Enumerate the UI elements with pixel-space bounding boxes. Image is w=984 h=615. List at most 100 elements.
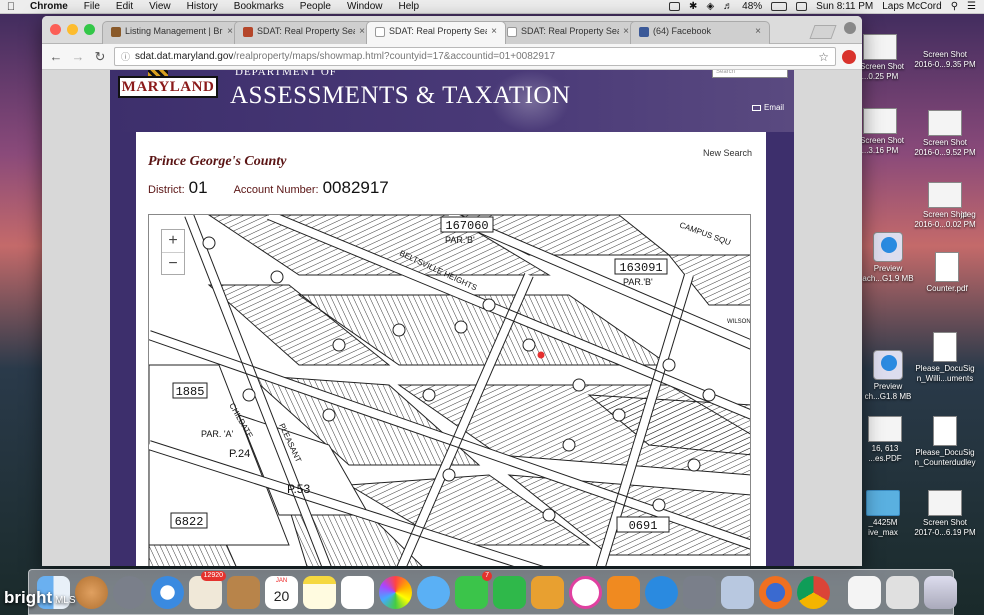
close-window-button[interactable] — [50, 24, 61, 35]
desktop-webloc[interactable]: Preview ach...G1.9 MB — [860, 232, 916, 284]
photos-icon[interactable] — [379, 575, 412, 609]
menu-window[interactable]: Window — [339, 1, 391, 12]
back-icon[interactable]: ← — [48, 49, 64, 64]
tab-facebook[interactable]: (64) Facebook × — [630, 21, 770, 44]
desktop-file[interactable]: .jpeg — [952, 210, 982, 220]
desktop-file[interactable]: Screen Shot 2016-0...0.02 PM — [910, 182, 980, 230]
tab-sdat-active[interactable]: SDAT: Real Property Searc × — [366, 21, 506, 44]
parcel-map[interactable]: + − 167060 163091 1885 6822 0691 PAR.'B'… — [148, 214, 751, 566]
document-icon[interactable] — [848, 575, 881, 609]
keynote-icon[interactable] — [531, 575, 564, 609]
tab-listing-management[interactable]: Listing Management | Brig × — [102, 21, 242, 44]
account-line: District: 01 Account Number: 0082917 — [148, 178, 389, 198]
menu-people[interactable]: People — [292, 1, 339, 12]
desktop: Screen Shot ...0.25 PM Screen Shot 2016-0.… — [860, 14, 984, 569]
zoom-window-button[interactable] — [84, 24, 95, 35]
sdat-favicon-icon — [243, 27, 253, 37]
trash-icon[interactable] — [924, 575, 957, 609]
address-bar[interactable]: ⓘ sdat.dat.maryland.gov/realproperty/map… — [114, 47, 836, 66]
site-search-input[interactable]: Search — [712, 70, 788, 78]
extension-icon[interactable] — [842, 49, 856, 64]
apple-menu-icon[interactable]:  — [0, 1, 22, 13]
menu-file[interactable]: File — [76, 1, 108, 12]
tab-sdat-3[interactable]: SDAT: Real Property Searc × — [498, 21, 638, 44]
listing-favicon-icon — [111, 27, 121, 37]
airplay-icon[interactable] — [669, 2, 681, 11]
close-tab-icon[interactable]: × — [359, 26, 365, 37]
property-panel: Prince George's County New Search Distri… — [136, 132, 766, 566]
notes-icon[interactable] — [303, 575, 336, 609]
desktop-file[interactable]: 16, 613 ...es.PDF — [860, 416, 910, 464]
reminders-icon[interactable] — [341, 575, 374, 609]
menu-history[interactable]: History — [179, 1, 226, 12]
tab-sdat-1[interactable]: SDAT: Real Property Searc × — [234, 21, 374, 44]
desktop-webloc[interactable]: Preview ch...G1.8 MB — [860, 350, 916, 402]
desktop-file[interactable]: Screen Shot ...0.25 PM — [860, 34, 904, 82]
bookmark-star-icon[interactable]: ☆ — [818, 50, 829, 64]
close-tab-icon[interactable]: × — [491, 26, 497, 37]
email-link[interactable]: Email — [751, 103, 784, 112]
close-tab-icon[interactable]: × — [227, 26, 233, 37]
profile-icon[interactable] — [844, 22, 856, 34]
launchpad-icon[interactable] — [113, 575, 146, 609]
siri-icon[interactable] — [75, 575, 108, 609]
account-value: 0082917 — [322, 178, 389, 197]
battery-icon[interactable] — [771, 2, 788, 11]
desktop-file[interactable]: Screen Shot 2017-0...6.19 PM — [910, 490, 980, 538]
system-preferences-icon[interactable] — [683, 575, 716, 609]
district-label: District: — [148, 184, 185, 196]
menu-edit[interactable]: Edit — [108, 1, 141, 12]
site-header: MARYLAND DEPARTMENT OF ASSESSMENTS & TAX… — [110, 70, 794, 132]
zoom-out-button[interactable]: − — [162, 252, 184, 274]
calendar-icon[interactable]: JAN 20 — [265, 575, 298, 609]
messages-icon[interactable] — [417, 575, 450, 609]
app-store-icon[interactable] — [645, 575, 678, 609]
desktop-file[interactable]: Please_DocuSig n_Counterdudley — [910, 416, 980, 468]
close-tab-icon[interactable]: × — [623, 26, 629, 37]
url-host: sdat.dat.maryland.gov — [135, 51, 234, 62]
page-favicon-icon — [375, 27, 385, 37]
desktop-file[interactable]: Please_DocuSig n_Willi...uments — [910, 332, 980, 384]
svg-text:WILSON: WILSON — [727, 319, 751, 325]
photos-app-icon[interactable]: 12920 — [189, 570, 226, 609]
user-name[interactable]: Laps McCord — [882, 1, 941, 12]
clock[interactable]: Sun 8:11 PM — [816, 1, 873, 12]
volume-icon[interactable]: ♬ — [723, 1, 733, 12]
chrome-icon[interactable] — [797, 575, 830, 609]
minimize-window-button[interactable] — [67, 24, 78, 35]
desktop-file[interactable]: Screen Shot ...3.16 PM — [860, 108, 904, 156]
contacts-icon[interactable] — [227, 575, 260, 609]
desktop-file[interactable]: Counter.pdf — [915, 252, 979, 294]
spotlight-icon[interactable]: ⚲ — [951, 1, 958, 12]
app-menu[interactable]: Chrome — [22, 1, 76, 12]
downloads-stack-icon[interactable] — [886, 575, 919, 609]
forward-icon[interactable]: → — [70, 49, 86, 64]
desktop-folder[interactable]: _4425M ive_max — [860, 490, 906, 538]
firefox-icon[interactable] — [759, 575, 792, 609]
desktop-file[interactable]: Screen Shot 2016-0...9.52 PM — [910, 110, 980, 158]
itunes-icon[interactable] — [569, 575, 602, 609]
email-label: Email — [763, 103, 784, 112]
new-search-link[interactable]: New Search — [703, 148, 752, 158]
menu-bookmarks[interactable]: Bookmarks — [226, 1, 292, 12]
preview-icon[interactable] — [721, 575, 754, 609]
safari-icon[interactable] — [151, 575, 184, 609]
close-tab-icon[interactable]: × — [755, 26, 761, 37]
menu-help[interactable]: Help — [391, 1, 428, 12]
flag-icon[interactable] — [796, 2, 808, 11]
new-tab-button[interactable] — [809, 25, 837, 39]
notification-center-icon[interactable]: ☰ — [967, 1, 976, 12]
numbers-icon[interactable] — [493, 575, 526, 609]
wifi-icon[interactable]: ◈ — [706, 1, 714, 12]
bluetooth-icon[interactable]: ✱ — [689, 1, 697, 12]
zoom-in-button[interactable]: + — [162, 230, 184, 252]
menu-view[interactable]: View — [141, 1, 179, 12]
battery-percent[interactable]: 48% — [742, 1, 762, 12]
maryland-logo[interactable]: MARYLAND — [118, 76, 218, 98]
svg-text:PAR.'B': PAR.'B' — [623, 277, 653, 287]
facetime-icon[interactable]: 7 — [455, 570, 492, 609]
ibooks-icon[interactable] — [607, 575, 640, 609]
reload-icon[interactable]: ↻ — [92, 49, 108, 65]
page-info-icon[interactable]: ⓘ — [121, 50, 130, 63]
desktop-file[interactable]: Screen Shot 2016-0...9.35 PM — [910, 50, 980, 70]
